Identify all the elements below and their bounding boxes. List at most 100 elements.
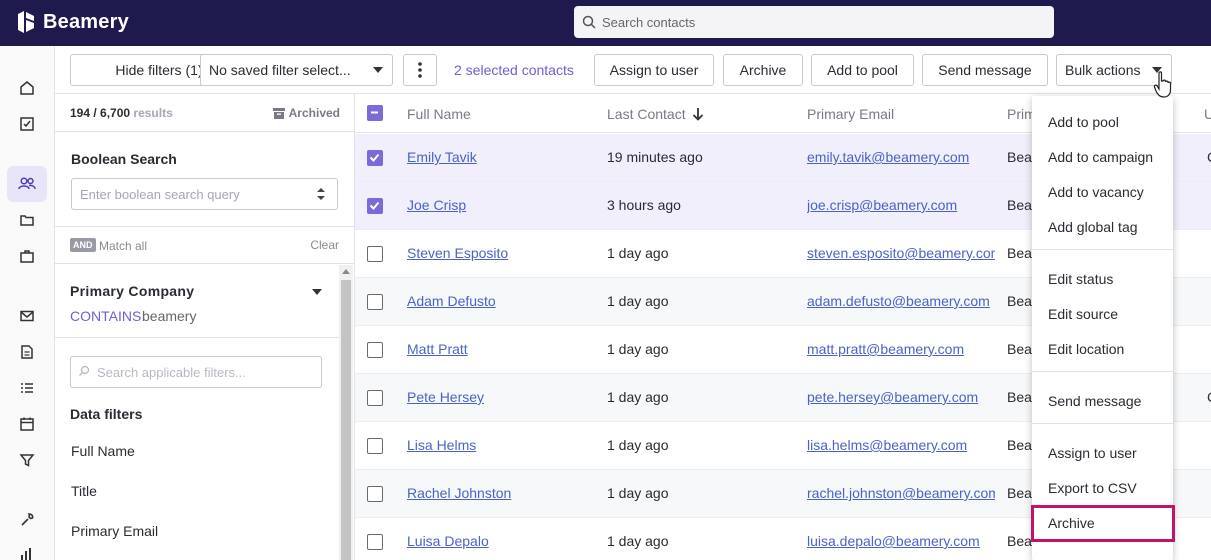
contact-name-link[interactable]: Steven Esposito — [407, 245, 597, 261]
add-to-pool-button[interactable]: Add to pool — [811, 54, 914, 86]
contact-name-link[interactable]: Pete Hersey — [407, 389, 597, 405]
minus-icon — [371, 111, 378, 114]
company-value: beamery — [142, 308, 197, 324]
contact-email-link[interactable]: lisa.helms@beamery.com — [807, 437, 995, 453]
search-box[interactable] — [574, 6, 1054, 38]
row-checkbox[interactable] — [367, 246, 383, 262]
contact-email-link[interactable]: emily.tavik@beamery.com — [807, 149, 995, 165]
contacts-icon[interactable] — [7, 166, 47, 202]
chevron-down-icon[interactable] — [312, 289, 322, 295]
saved-filter-label: No saved filter select... — [209, 62, 351, 78]
wrench-icon[interactable] — [13, 506, 41, 534]
last-contact: 19 minutes ago — [607, 149, 703, 165]
list-icon[interactable] — [13, 374, 41, 402]
contact-email-link[interactable]: rachel.johnston@beamery.com — [807, 485, 995, 501]
contact-email-link[interactable]: joe.crisp@beamery.com — [807, 197, 995, 213]
row-checkbox[interactable] — [367, 150, 383, 166]
app-name: Beamery — [43, 10, 129, 33]
primary-company-title[interactable]: Primary Company — [70, 283, 194, 299]
row-checkbox[interactable] — [367, 390, 383, 406]
archived-toggle[interactable]: Archived — [272, 106, 340, 120]
row-checkbox[interactable] — [367, 486, 383, 502]
row-checkbox[interactable] — [367, 198, 383, 214]
last-contact: 1 day ago — [607, 389, 669, 405]
filter-search-input[interactable] — [70, 356, 322, 388]
filter-field-full-name[interactable]: Full Name — [71, 443, 135, 459]
top-bar: Beamery — [0, 0, 1211, 46]
last-contact: 1 day ago — [607, 437, 669, 453]
chart-icon[interactable] — [13, 540, 41, 560]
briefcase-icon[interactable] — [13, 242, 41, 270]
menu-item-edit-source[interactable]: Edit source — [1048, 306, 1118, 322]
row-checkbox[interactable] — [367, 438, 383, 454]
contact-email-link[interactable]: matt.pratt@beamery.com — [807, 341, 995, 357]
more-options-button[interactable] — [403, 54, 437, 86]
menu-item-assign-to-user[interactable]: Assign to user — [1048, 445, 1137, 461]
match-all-label: Match all — [99, 239, 148, 253]
contact-name-link[interactable]: Lisa Helms — [407, 437, 597, 453]
menu-item-add-to-pool[interactable]: Add to pool — [1048, 114, 1119, 130]
menu-divider — [1032, 249, 1173, 250]
menu-item-edit-location[interactable]: Edit location — [1048, 341, 1124, 357]
archive-box-icon — [272, 107, 285, 119]
scrollbar-thumb[interactable] — [341, 280, 351, 560]
contact-name-link[interactable]: Emily Tavik — [407, 149, 597, 165]
extra-cell: C — [1207, 389, 1211, 405]
contact-name-link[interactable]: Joe Crisp — [407, 197, 597, 213]
boolean-search-input[interactable] — [71, 178, 338, 210]
row-checkbox[interactable] — [367, 534, 383, 550]
last-contact: 1 day ago — [607, 485, 669, 501]
header-full-name[interactable]: Full Name — [407, 106, 471, 122]
contact-email-link[interactable]: luisa.depalo@beamery.com — [807, 533, 995, 549]
and-badge[interactable]: AND — [70, 238, 96, 252]
filter-field-primary-email[interactable]: Primary Email — [71, 523, 158, 539]
filter-field-title[interactable]: Title — [71, 483, 97, 499]
scroll-up-icon[interactable] — [342, 269, 350, 274]
contact-email-link[interactable]: pete.hersey@beamery.com — [807, 389, 995, 405]
extra-cell: C — [1207, 149, 1211, 165]
menu-item-add-to-vacancy[interactable]: Add to vacancy — [1048, 184, 1144, 200]
menu-item-edit-status[interactable]: Edit status — [1048, 271, 1113, 287]
contact-name-link[interactable]: Rachel Johnston — [407, 485, 597, 501]
mail-icon[interactable] — [13, 302, 41, 330]
row-checkbox[interactable] — [367, 294, 383, 310]
saved-filter-select[interactable]: No saved filter select... — [200, 54, 393, 86]
search-input[interactable] — [602, 14, 1042, 30]
contact-name-link[interactable]: Matt Pratt — [407, 341, 597, 357]
select-all-checkbox[interactable] — [367, 105, 383, 121]
home-icon[interactable] — [13, 74, 41, 102]
last-contact: 1 day ago — [607, 341, 669, 357]
filter-icon[interactable] — [13, 446, 41, 474]
menu-item-add-to-campaign[interactable]: Add to campaign — [1048, 149, 1153, 165]
header-primary-email[interactable]: Primary Email — [807, 106, 894, 122]
header-last-contact[interactable]: Last Contact — [607, 106, 704, 122]
archive-button[interactable]: Archive — [723, 54, 803, 86]
header-extra[interactable]: U — [1204, 106, 1211, 122]
document-icon[interactable] — [13, 338, 41, 366]
contact-email-link[interactable]: steven.esposito@beamery.com — [807, 245, 995, 261]
menu-item-send-message[interactable]: Send message — [1048, 393, 1141, 409]
results-word: results — [133, 106, 173, 120]
contact-email-link[interactable]: adam.defusto@beamery.com — [807, 293, 995, 309]
company-operator: CONTAINS — [70, 308, 142, 324]
toolbar: Hide filters (1) No saved filter select.… — [55, 46, 1211, 94]
logo[interactable]: Beamery — [15, 10, 129, 34]
inbox-icon[interactable] — [13, 110, 41, 138]
calendar-icon[interactable] — [13, 410, 41, 438]
contact-name-link[interactable]: Luisa Depalo — [407, 533, 597, 549]
menu-item-add-global-tag[interactable]: Add global tag — [1048, 219, 1138, 235]
menu-item-export-to-csv[interactable]: Export to CSV — [1048, 480, 1137, 496]
folder-icon[interactable] — [13, 206, 41, 234]
archive-highlight — [1031, 505, 1175, 542]
beamery-logo-icon — [18, 11, 34, 33]
hand-cursor-icon — [1153, 71, 1172, 98]
last-contact: 1 day ago — [607, 245, 669, 261]
contact-name-link[interactable]: Adam Defusto — [407, 293, 597, 309]
row-checkbox[interactable] — [367, 342, 383, 358]
stepper-icon[interactable] — [317, 187, 325, 201]
send-message-button[interactable]: Send message — [922, 54, 1048, 86]
clear-link[interactable]: Clear — [310, 238, 339, 252]
assign-to-user-button[interactable]: Assign to user — [594, 54, 714, 86]
data-filters-title: Data filters — [70, 406, 143, 422]
bulk-actions-menu: Add to pool Add to campaign Add to vacancy… — [1032, 96, 1173, 560]
